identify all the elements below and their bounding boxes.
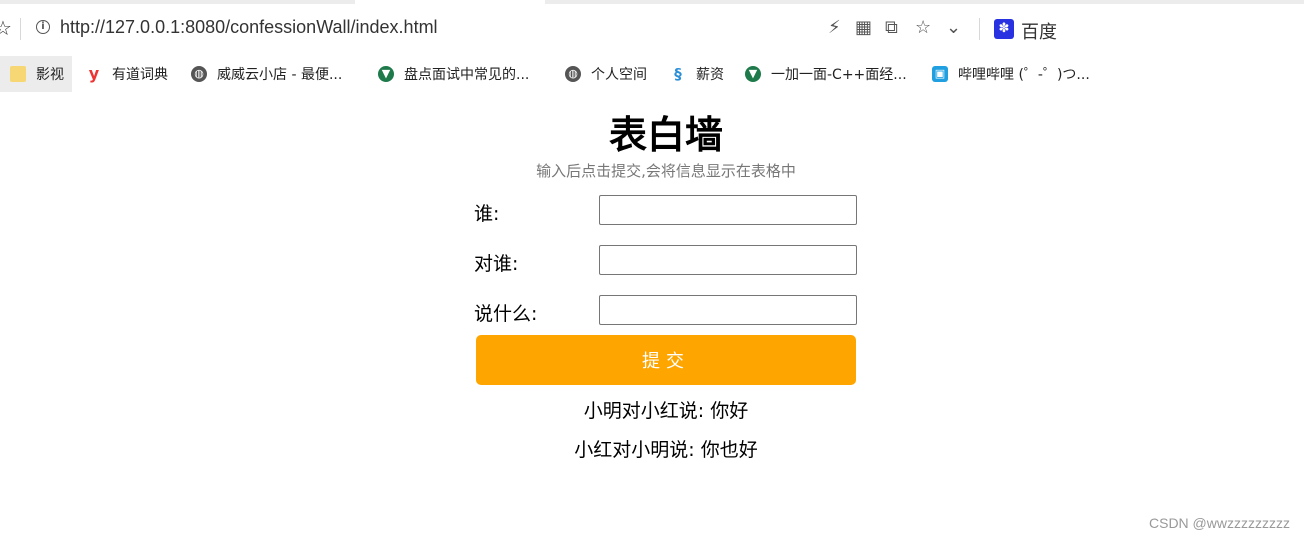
site-icon: ▼ [745, 66, 761, 82]
page-subtitle: 输入后点击提交,会将信息显示在表格中 [536, 162, 796, 180]
globe-icon: ◍ [565, 66, 581, 82]
site-icon: ▼ [378, 66, 394, 82]
youdao-icon: y [88, 64, 100, 83]
to-label: 对谁: [474, 253, 519, 275]
folder-icon [10, 66, 26, 82]
divider [20, 18, 21, 40]
site-info-icon[interactable]: i [36, 20, 50, 34]
bookmark-item-salary[interactable]: § 薪资 [670, 56, 724, 92]
submit-button[interactable]: 提交 [476, 335, 856, 385]
from-row: 谁: [474, 195, 857, 225]
bilibili-icon: ▣ [932, 66, 948, 82]
qr-code-icon[interactable]: ▦ [855, 17, 872, 38]
search-engine-label[interactable]: 百度 [1021, 18, 1057, 44]
bookmark-item-yijiayimian[interactable]: ▼ 一加一面-C++面经... [745, 56, 907, 92]
bookmark-label: 影视 [36, 67, 64, 83]
favorite-star-icon[interactable]: ☆ [915, 17, 931, 38]
message-input[interactable] [599, 295, 857, 325]
bookmark-label: 威威云小店 - 最便... [217, 67, 343, 83]
bookmark-label: 一加一面-C++面经... [771, 67, 907, 83]
bookmark-label: 有道词典 [112, 67, 168, 83]
message-row: 说什么: [474, 295, 857, 325]
chevron-down-icon[interactable]: ⌄ [946, 17, 961, 38]
bookmark-label: 薪资 [696, 67, 724, 83]
bookmarks-bar: 影视 y 有道词典 ◍ 威威云小店 - 最便... ▼ 盘点面试中常见的... … [0, 56, 1304, 94]
message-item: 小明对小红说: 你好 [583, 400, 749, 422]
globe-icon: ◍ [191, 66, 207, 82]
message-label: 说什么: [474, 303, 538, 325]
to-row: 对谁: [474, 245, 857, 275]
bookmark-item-bilibili[interactable]: ▣ 哔哩哔哩 (゜-゜)つ... [932, 56, 1090, 92]
site-icon: § [674, 65, 682, 83]
lightning-icon[interactable]: ⚡ [828, 17, 841, 38]
bookmark-label: 哔哩哔哩 (゜-゜)つ... [958, 67, 1090, 83]
bookmark-star-icon[interactable]: ☆ [0, 16, 12, 40]
page-content: 表白墙 输入后点击提交,会将信息显示在表格中 谁: 对谁: 说什么: 提交 小明… [0, 94, 1304, 537]
bookmark-item-weiweiyun[interactable]: ◍ 威威云小店 - 最便... [191, 56, 342, 92]
divider [979, 18, 980, 40]
watermark: CSDN @wwzzzzzzzzz [1149, 515, 1290, 531]
bookmark-item-interview[interactable]: ▼ 盘点面试中常见的... [378, 56, 529, 92]
url-field[interactable]: http://127.0.0.1:8080/confessionWall/ind… [60, 17, 438, 38]
bookmark-item-yingshi[interactable]: 影视 [0, 56, 72, 92]
baidu-paw-icon[interactable]: ✽ [994, 19, 1014, 39]
page-title: 表白墙 [608, 113, 723, 157]
address-bar: ☆ i http://127.0.0.1:8080/confessionWall… [0, 4, 1304, 52]
from-label: 谁: [474, 203, 500, 225]
from-input[interactable] [599, 195, 857, 225]
bookmark-label: 盘点面试中常见的... [404, 67, 530, 83]
message-item: 小红对小明说: 你也好 [574, 439, 758, 461]
message-list: 小明对小红说: 你好 小红对小明说: 你也好 [0, 394, 1304, 472]
bookmark-item-youdao[interactable]: y 有道词典 [86, 56, 168, 92]
bookmark-label: 个人空间 [591, 67, 647, 83]
translate-icon[interactable]: ⧉ [885, 17, 898, 38]
to-input[interactable] [599, 245, 857, 275]
bookmark-item-personal-space[interactable]: ◍ 个人空间 [565, 56, 647, 92]
